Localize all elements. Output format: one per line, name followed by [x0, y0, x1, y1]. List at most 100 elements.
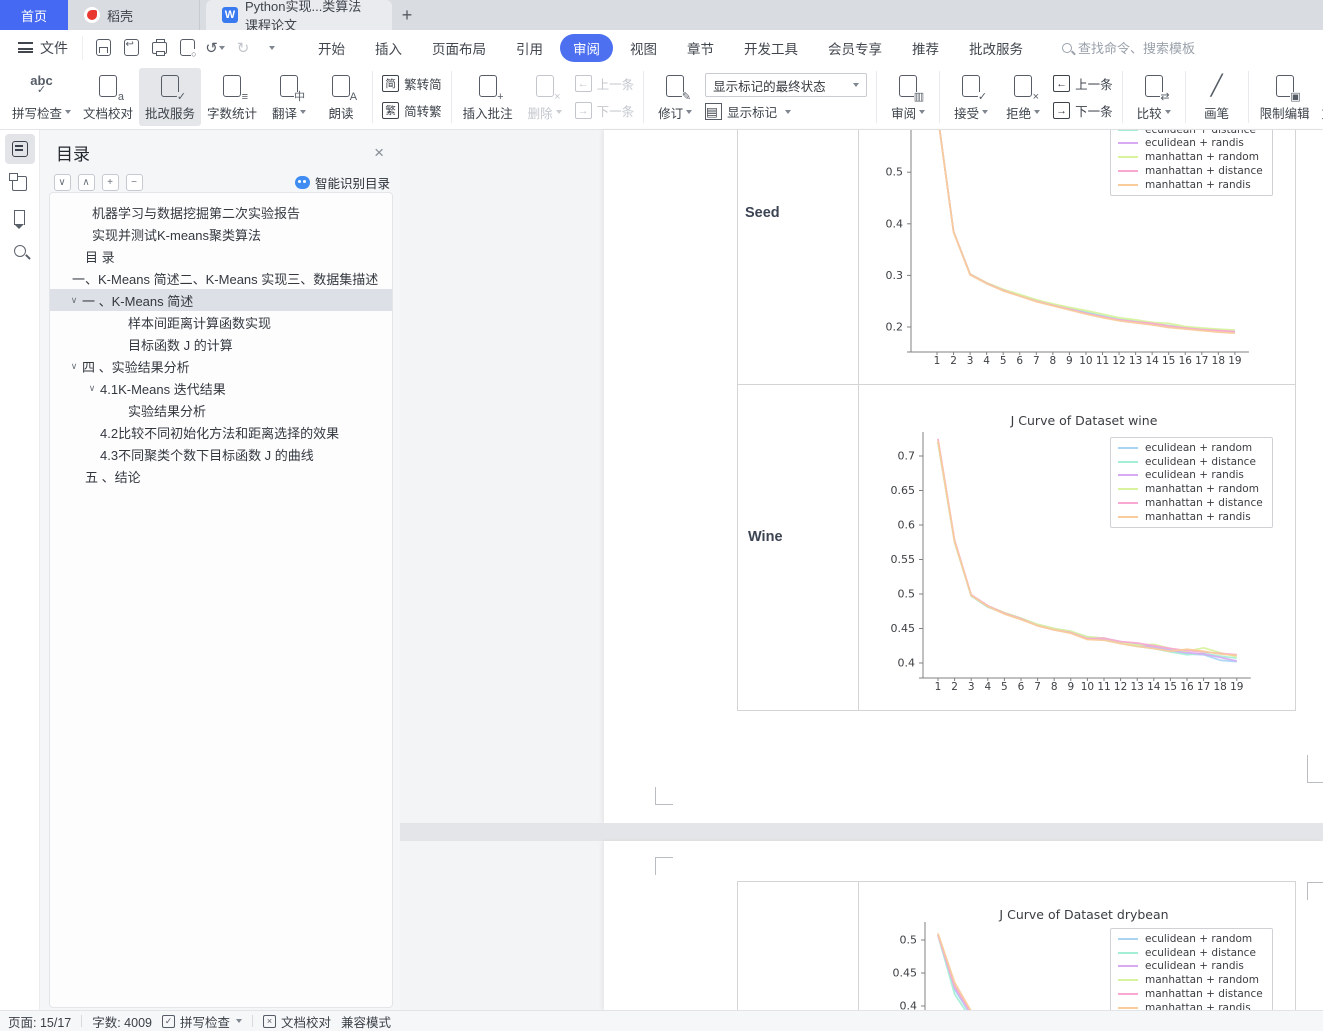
sidebar-item-outline[interactable]: [5, 168, 35, 198]
menu-tab-批改服务[interactable]: 批改服务: [956, 34, 1036, 62]
toolbar-button-简转繁[interactable]: 繁简转繁: [382, 99, 442, 123]
markup-state-select[interactable]: 显示标记的最终状态: [705, 73, 868, 97]
menu-tab-视图[interactable]: 视图: [617, 34, 670, 62]
sidebar-item-toc[interactable]: [4, 134, 35, 164]
print-button[interactable]: [147, 36, 171, 60]
file-menu-button[interactable]: 文件: [0, 38, 82, 58]
svg-text:14: 14: [1145, 355, 1159, 367]
close-icon[interactable]: ×: [374, 143, 384, 163]
toc-item[interactable]: 机器学习与数据挖掘第二次实验报告: [50, 201, 392, 223]
toolbar-button-下一条[interactable]: → 下一条: [1053, 99, 1113, 123]
tab-document[interactable]: W Python实现...类算法 课程论文: [206, 0, 392, 33]
svg-text:0.4: 0.4: [900, 1000, 918, 1011]
toolbar-button-修订[interactable]: ✎ 修订: [649, 68, 701, 126]
svg-text:1: 1: [934, 355, 941, 367]
table-border: [1295, 130, 1296, 710]
toc-item[interactable]: 一、K-Means 简述二、K-Means 实现三、数据集描述: [50, 267, 392, 289]
toolbar-button-label: 批改服务: [145, 106, 196, 121]
toolbar-button-拼写检查[interactable]: abc ✓ 拼写检查: [6, 68, 77, 126]
toolbar-button-上一条[interactable]: ← 上一条: [574, 72, 634, 96]
legend-entry: eculidean + randis: [1118, 137, 1263, 151]
toc-item-label: 目标函数 J 的计算: [128, 337, 233, 353]
tab-home[interactable]: 首页: [0, 0, 68, 30]
toolbar-button-下一条[interactable]: → 下一条: [574, 99, 634, 123]
svg-text:0.5: 0.5: [898, 588, 916, 601]
chart-title: J Curve of Dataset wine: [1010, 413, 1158, 428]
stack-icon: ←: [574, 75, 592, 92]
toc-item[interactable]: 样本间距离计算函数实现: [50, 311, 392, 333]
comment-add-icon: +: [475, 73, 504, 103]
chart-legend: eculidean + randomeculidean + distanceec…: [1110, 437, 1273, 528]
proofread-toggle[interactable]: × 文档校对: [263, 1012, 331, 1031]
menu-tab-插入[interactable]: 插入: [362, 34, 415, 62]
menu-tab-会员专享[interactable]: 会员专享: [815, 34, 895, 62]
new-tab-button[interactable]: +: [392, 0, 422, 30]
toolbar-button-繁转简[interactable]: 简繁转简: [382, 72, 442, 96]
toolbar-button-批改服务[interactable]: ✓ 批改服务: [139, 68, 202, 126]
show-markup-button[interactable]: ▤ 显示标记: [705, 102, 867, 121]
print-preview-button[interactable]: [175, 36, 199, 60]
toc-control-3[interactable]: −: [125, 174, 143, 191]
spellcheck-toggle[interactable]: ✓ 拼写检查: [162, 1012, 243, 1031]
toc-control-1[interactable]: ∧: [77, 174, 95, 191]
menu-tab-审阅[interactable]: 审阅: [560, 33, 613, 62]
toc-item-label: 实现并测试K-means聚类算法: [92, 227, 262, 243]
menu-tab-页面布局[interactable]: 页面布局: [419, 34, 499, 62]
toc-item-label: 目 录: [85, 249, 115, 265]
toolbar-button-删除[interactable]: × 删除: [519, 68, 571, 126]
toolbar-button-接受[interactable]: ✓ 接受: [945, 68, 997, 126]
chevron-down-icon: [1164, 110, 1171, 114]
tab-docer[interactable]: 稻壳: [68, 0, 200, 30]
customize-toolbar-button[interactable]: [259, 36, 283, 60]
smart-toc-button[interactable]: 智能识别目录: [294, 173, 390, 192]
menu-tab-开始[interactable]: 开始: [305, 34, 358, 62]
document-page-16[interactable]: 0.4 0.45 0.5 J Curve of Dataset drybean ecul…: [604, 841, 1323, 1010]
toc-item[interactable]: 4.3不同聚类个数下目标函数 J 的曲线: [50, 443, 392, 465]
toolbar-button-label: 删除: [528, 103, 562, 122]
menu-tab-引用[interactable]: 引用: [503, 34, 556, 62]
svg-text:2: 2: [951, 681, 958, 693]
undo-button[interactable]: ↺: [203, 36, 227, 60]
toolbar-button-比较[interactable]: ⇄ 比较: [1128, 68, 1180, 126]
toolbar-button-文档权限[interactable]: ○文档权限: [1316, 68, 1323, 126]
table-border: [737, 384, 1296, 385]
toolbar-button-翻译[interactable]: 中翻译: [263, 68, 315, 126]
toolbar-button-画笔[interactable]: ╱ 画笔: [1191, 68, 1243, 126]
toc-item[interactable]: 目标函数 J 的计算: [50, 333, 392, 355]
menu-tab-开发工具[interactable]: 开发工具: [731, 34, 811, 62]
save-button[interactable]: [91, 36, 115, 60]
toolbar-button-限制编辑[interactable]: ▣ 限制编辑: [1254, 68, 1316, 126]
word-count[interactable]: 字数: 4009: [92, 1012, 152, 1031]
menu-tab-章节[interactable]: 章节: [674, 34, 727, 62]
redo-button[interactable]: ↻: [231, 36, 255, 60]
svg-text:18: 18: [1214, 681, 1227, 693]
toolbar-button-字数统计[interactable]: ≡ 字数统计: [201, 68, 263, 126]
chart-title: J Curve of Dataset drybean: [999, 907, 1169, 922]
toc-control-0[interactable]: ∨: [53, 174, 71, 191]
export-button[interactable]: [119, 36, 143, 60]
toc-item[interactable]: ∨ 4.1K-Means 迭代结果: [50, 377, 392, 399]
command-search[interactable]: 查找命令、搜索模板: [1062, 38, 1195, 57]
toolbar-button-拒绝[interactable]: × 拒绝: [997, 68, 1049, 126]
document-page-15[interactable]: Seed Wine 1 2 3 4 5 6 7 8 9 10 11 12 13 14 15 16 17 18 19 0…: [604, 130, 1323, 823]
toc-item[interactable]: 4.2比较不同初始化方法和距离选择的效果: [50, 421, 392, 443]
toolbar-button-审阅[interactable]: ▥ 审阅: [882, 68, 934, 126]
toc-item[interactable]: ∨ 一 、K-Means 简述: [50, 289, 392, 311]
print-icon: [151, 38, 167, 56]
toc-item[interactable]: 实现并测试K-means聚类算法: [50, 223, 392, 245]
toc-item[interactable]: 目 录: [50, 245, 392, 267]
sidebar-item-bookmark[interactable]: [5, 202, 35, 232]
menu-tab-推荐[interactable]: 推荐: [899, 34, 952, 62]
toc-item[interactable]: 实验结果分析: [50, 399, 392, 421]
toolbar-button-朗读[interactable]: A 朗读: [315, 68, 367, 126]
toolbar-button-插入批注[interactable]: + 插入批注: [457, 68, 519, 126]
toc-item-label: 四 、实验结果分析: [82, 359, 190, 375]
sidebar-item-search[interactable]: [5, 236, 35, 266]
toc-item[interactable]: ∨ 四 、实验结果分析: [50, 355, 392, 377]
chevron-down-icon: [919, 110, 926, 114]
toolbar-button-上一条[interactable]: ← 上一条: [1053, 72, 1113, 96]
toc-control-2[interactable]: +: [101, 174, 119, 191]
toc-item[interactable]: 五 、结论: [50, 465, 392, 487]
toolbar-button-label: 翻译: [272, 103, 307, 122]
toolbar-button-文档校对[interactable]: a 文档校对: [77, 68, 139, 126]
